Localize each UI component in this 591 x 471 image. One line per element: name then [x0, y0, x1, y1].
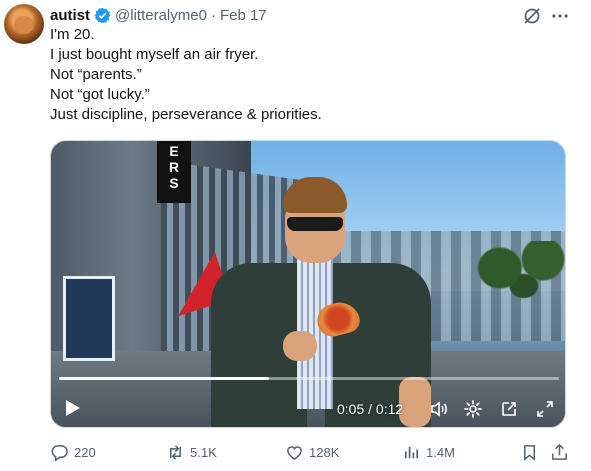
tweet-action-bar: 220 5.1K 128K 1.4M — [50, 440, 570, 464]
repost-icon — [169, 444, 182, 460]
more-icon[interactable] — [550, 6, 570, 26]
bookmark-button[interactable] — [520, 440, 539, 464]
heart-icon — [287, 445, 302, 460]
video-sign-text: ERS — [166, 143, 182, 191]
like-button[interactable]: 128K — [285, 440, 339, 464]
share-icon — [552, 443, 567, 460]
views-button[interactable]: 1.4M — [402, 440, 455, 464]
video-time: 0:05 / 0:12 — [337, 401, 404, 417]
repost-button[interactable]: 5.1K — [166, 440, 217, 464]
like-count: 128K — [309, 444, 340, 460]
tweet-text-line: I just bought myself an air fryer. — [50, 46, 259, 63]
person-sunglasses — [287, 217, 343, 231]
video-billboard — [63, 276, 115, 361]
video-progress-fill — [59, 377, 269, 380]
repost-count: 5.1K — [190, 444, 217, 460]
video-player[interactable]: ERS 0:05 / 0:12 — [50, 140, 566, 428]
video-progress-bar[interactable] — [59, 377, 559, 380]
video-controls: 0:05 / 0:12 — [51, 393, 565, 423]
tweet-text: I'm 20. I just bought myself an air frye… — [50, 25, 570, 125]
person-hair — [283, 177, 347, 213]
bookmark-icon — [523, 444, 536, 461]
tweet-text-line: I'm 20. — [50, 26, 95, 43]
video-sign: ERS — [157, 141, 191, 203]
verified-badge-icon — [94, 7, 111, 23]
picture-in-picture-icon[interactable] — [499, 399, 519, 419]
video-person — [201, 177, 441, 427]
tweet-header: autist @litteralyme0 · Feb 17 — [50, 5, 267, 25]
fullscreen-icon[interactable] — [535, 399, 555, 419]
tweet-text-line: Just discipline, perseverance & prioriti… — [50, 106, 322, 123]
person-hand — [283, 331, 317, 361]
share-button[interactable] — [550, 440, 569, 464]
reply-icon — [51, 444, 68, 462]
volume-icon[interactable] — [429, 399, 449, 419]
author-name[interactable]: autist — [50, 7, 90, 24]
settings-gear-icon[interactable] — [463, 399, 483, 419]
author-handle[interactable]: @litteralyme0 — [115, 7, 207, 24]
grok-icon[interactable] — [522, 6, 542, 26]
tweet-text-line: Not “got lucky.” — [50, 86, 150, 103]
reply-button[interactable]: 220 — [50, 440, 96, 464]
video-palm-trees — [471, 241, 565, 331]
avatar[interactable] — [4, 4, 44, 44]
analytics-icon — [404, 446, 419, 458]
tweet-date[interactable]: Feb 17 — [220, 7, 267, 24]
reply-count: 220 — [74, 444, 96, 460]
tweet-text-line: Not “parents.” — [50, 66, 142, 83]
avatar-face — [14, 16, 34, 34]
header-separator: · — [210, 6, 216, 24]
view-count: 1.4M — [426, 444, 455, 460]
play-icon[interactable] — [65, 399, 81, 417]
